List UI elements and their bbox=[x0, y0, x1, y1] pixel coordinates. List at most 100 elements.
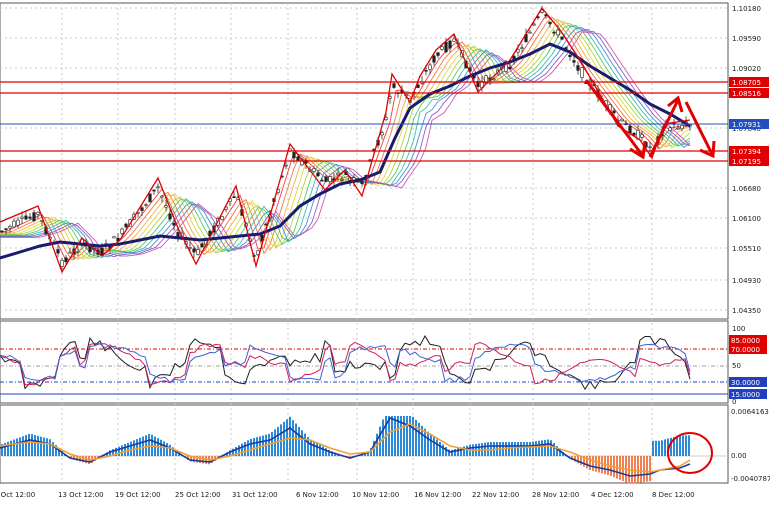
histogram-bar bbox=[412, 416, 414, 456]
candle-body bbox=[392, 83, 396, 88]
price-tick-label: 1.05510 bbox=[732, 245, 761, 253]
histogram-tick-label: 0.0064163 bbox=[731, 408, 769, 416]
histogram-bar bbox=[547, 439, 549, 456]
histogram-bar bbox=[652, 440, 654, 456]
histogram-bar bbox=[43, 437, 45, 456]
candle-body bbox=[448, 40, 452, 49]
candle-body bbox=[120, 228, 124, 234]
time-axis-label: 25 Oct 12:00 bbox=[175, 491, 221, 499]
histogram-bar bbox=[532, 441, 534, 456]
histogram-bar bbox=[319, 444, 321, 456]
candle-body bbox=[424, 69, 428, 72]
candle-body bbox=[24, 215, 28, 220]
candle-body bbox=[620, 118, 624, 122]
price-level-label: 1.07394 bbox=[732, 148, 761, 156]
histogram-bar bbox=[49, 439, 51, 456]
candle-body bbox=[428, 64, 432, 70]
candle-body bbox=[152, 189, 156, 192]
histogram-bar bbox=[22, 436, 24, 456]
histogram-bar bbox=[124, 444, 126, 456]
candle-body bbox=[144, 204, 148, 206]
time-axis-label: 8 Dec 12:00 bbox=[652, 491, 695, 499]
histogram-bar bbox=[139, 437, 141, 456]
histogram-bar bbox=[544, 439, 546, 456]
histogram-bar bbox=[514, 442, 516, 456]
candle-body bbox=[432, 55, 436, 63]
histogram-bar bbox=[595, 456, 597, 472]
candle-body bbox=[360, 181, 364, 184]
candle-body bbox=[232, 196, 236, 198]
candle-body bbox=[436, 52, 440, 56]
histogram-bar bbox=[508, 442, 510, 456]
candle-body bbox=[560, 36, 564, 40]
candle-body bbox=[328, 176, 332, 182]
oscillator-level-label: 70.0000 bbox=[731, 346, 760, 354]
price-level-label: 1.07195 bbox=[732, 158, 761, 166]
histogram-bar bbox=[148, 434, 150, 456]
oscillator-axis: 100 50 0 85.000070.0000 30.0000 15.0000 bbox=[729, 325, 767, 406]
price-level-label: 1.08516 bbox=[732, 90, 761, 98]
candle-body bbox=[548, 21, 552, 25]
price-tick-label: 1.06680 bbox=[732, 185, 761, 193]
candle-body bbox=[64, 257, 68, 263]
histogram-bar bbox=[46, 438, 48, 456]
histogram-bar bbox=[130, 441, 132, 456]
histogram-bar bbox=[433, 436, 435, 456]
candle-body bbox=[4, 228, 8, 230]
histogram-bar bbox=[520, 442, 522, 456]
candle-body bbox=[668, 127, 672, 132]
histogram-bar bbox=[13, 439, 15, 456]
histogram-bar bbox=[538, 440, 540, 456]
candle-body bbox=[320, 179, 324, 182]
histogram-bar bbox=[541, 440, 543, 456]
histogram-bar bbox=[601, 456, 603, 474]
histogram-bar bbox=[133, 440, 135, 456]
oscillator-level-label: 30.0000 bbox=[731, 379, 760, 387]
oscillator-panel[interactable] bbox=[0, 320, 729, 404]
histogram-bar bbox=[427, 431, 429, 456]
price-tick-label: 1.06100 bbox=[732, 215, 761, 223]
histogram-bar bbox=[403, 416, 405, 456]
histogram-bar bbox=[664, 439, 666, 456]
histogram-bar bbox=[535, 441, 537, 456]
candle-body bbox=[124, 223, 128, 228]
time-axis-label: 19 Oct 12:00 bbox=[115, 491, 161, 499]
histogram-bar bbox=[640, 456, 642, 483]
candle-body bbox=[508, 66, 512, 70]
histogram-bar bbox=[241, 443, 243, 456]
candle-body bbox=[76, 250, 80, 253]
price-level-label: 1.07931 bbox=[732, 121, 761, 129]
histogram-bar bbox=[37, 435, 39, 456]
histogram-bar bbox=[442, 444, 444, 456]
histogram-bar bbox=[430, 434, 432, 456]
candle-body bbox=[340, 179, 344, 181]
histogram-bar bbox=[658, 440, 660, 456]
time-axis-label: 6 Nov 12:00 bbox=[296, 491, 339, 499]
histogram-bar bbox=[688, 435, 690, 456]
time-axis-label: 16 Nov 12:00 bbox=[414, 491, 461, 499]
histogram-panel[interactable] bbox=[0, 404, 729, 484]
histogram-bar bbox=[394, 416, 396, 456]
histogram-bar bbox=[649, 456, 651, 482]
candle-body bbox=[20, 216, 24, 219]
histogram-bar bbox=[409, 416, 411, 456]
price-level-label: 1.08705 bbox=[732, 79, 761, 87]
candle-body bbox=[680, 124, 684, 130]
price-tick-label: 1.10180 bbox=[732, 5, 761, 13]
candle-body bbox=[32, 212, 36, 222]
histogram-bar bbox=[550, 440, 552, 456]
oscillator-tick-label: 0 bbox=[732, 398, 736, 406]
histogram-bar bbox=[322, 446, 324, 456]
histogram-bar bbox=[289, 416, 291, 456]
histogram-bar bbox=[457, 448, 459, 456]
histogram-bar bbox=[655, 440, 657, 456]
candle-body bbox=[0, 230, 4, 233]
candle-body bbox=[572, 60, 576, 63]
histogram-bar bbox=[316, 443, 318, 456]
histogram-bar bbox=[637, 456, 639, 483]
candle-body bbox=[316, 172, 320, 177]
candle-body bbox=[296, 156, 300, 162]
histogram-bar bbox=[253, 438, 255, 456]
histogram-bar bbox=[685, 435, 687, 456]
histogram-bar bbox=[127, 442, 129, 456]
